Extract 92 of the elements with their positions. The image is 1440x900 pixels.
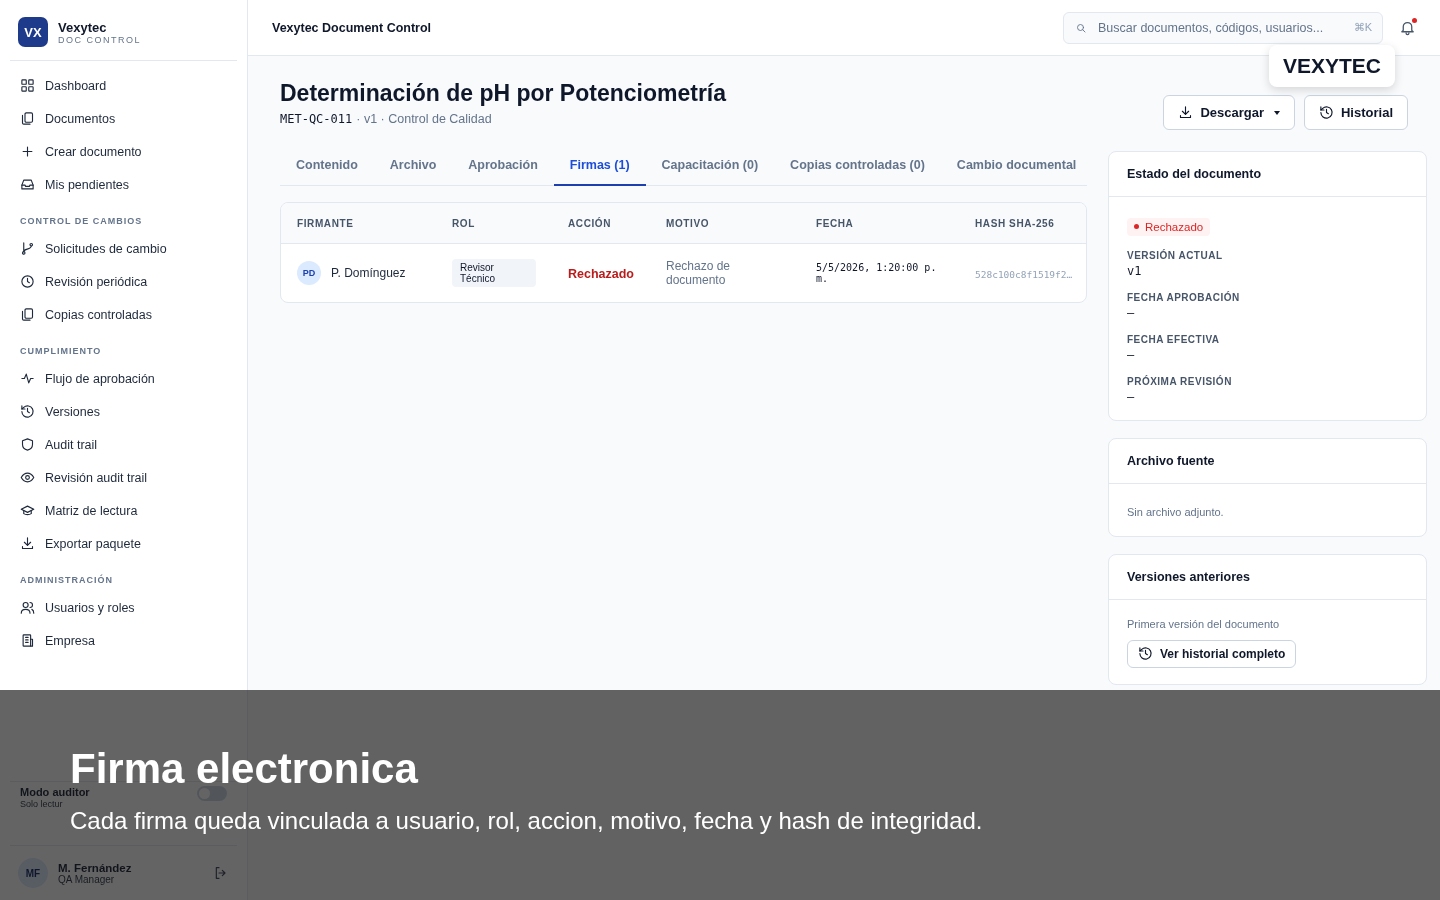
app-title: Vexytec Document Control: [272, 20, 433, 35]
column-header: MOTIVO: [666, 217, 711, 229]
field-value: —: [1127, 347, 1136, 362]
history-button[interactable]: Historial: [1304, 95, 1408, 130]
download-icon: [1178, 105, 1194, 120]
tab[interactable]: Contenido: [280, 146, 374, 186]
tab[interactable]: Cambio documental: [940, 146, 1093, 186]
nav-item[interactable]: Revisión periódica: [10, 265, 237, 298]
auditor-mode-hint: Solo lectur: [20, 799, 64, 809]
full-history-button[interactable]: Ver historial completo: [1127, 639, 1297, 668]
nav-item[interactable]: Audit trail: [10, 428, 237, 461]
nav-icon: [20, 78, 35, 93]
nav-icon: [20, 404, 35, 419]
nav-item[interactable]: Usuarios y roles: [10, 591, 237, 624]
nav-item[interactable]: Exportar paquete: [10, 527, 237, 560]
logo: VX: [18, 17, 48, 47]
tab[interactable]: Archivo: [373, 146, 453, 186]
tab[interactable]: Aprobación: [452, 146, 554, 186]
field-value: v1: [1127, 263, 1143, 278]
action-status: Rechazado: [568, 267, 634, 281]
field-label: PRÓXIMA REVISIÓN: [1127, 375, 1233, 387]
nav-icon: [20, 371, 35, 386]
nav-icon: [20, 307, 35, 322]
nav-icon: [20, 144, 35, 159]
nav-icon: [20, 111, 35, 126]
nav-icon: [20, 536, 35, 551]
auditor-mode-label: Modo auditor: [20, 786, 90, 798]
card-title: Versiones anteriores: [1109, 554, 1426, 600]
field-label: FECHA EFECTIVA: [1127, 333, 1221, 345]
hash-text: 528c100c8f1519f2…: [975, 269, 1073, 280]
nav-item[interactable]: Documentos: [10, 102, 237, 135]
nav-item[interactable]: Solicitudes de cambio: [10, 232, 237, 265]
caret-icon: [1274, 110, 1280, 115]
document-meta: · v1 · Control de Calidad: [356, 112, 492, 126]
nav-item[interactable]: Flujo de aprobación: [10, 362, 237, 395]
nav-icon: [20, 633, 35, 648]
date-text: 5/5/2026, 1:20:00 p. m.: [816, 262, 938, 284]
nav-item[interactable]: Dashboard: [10, 69, 237, 102]
user-name: M. Fernández: [58, 861, 133, 874]
caption-text: Cada firma queda vinculada a usuario, rol, accion, motivo, fecha y hash de integridad.: [70, 807, 983, 835]
nav-icon: [20, 274, 35, 289]
field-label: FECHA APROBACIÓN: [1127, 291, 1241, 303]
brand-name: Vexytec: [58, 19, 108, 35]
section-heading: CONTROL DE CAMBIOS: [19, 215, 144, 228]
brand-subtitle: DOC CONTROL: [58, 34, 141, 45]
user-avatar: MF: [18, 858, 48, 888]
nav-item[interactable]: Copias controladas: [10, 298, 237, 331]
nav-icon: [20, 470, 35, 485]
notifications-button[interactable]: [1399, 19, 1416, 36]
field-label: VERSIÓN ACTUAL: [1127, 249, 1224, 261]
reason-text: Rechazo de documento: [666, 259, 732, 287]
document-title: Determinación de pH por Potenciometría: [280, 80, 728, 107]
nav-item[interactable]: Revisión audit trail: [10, 461, 237, 494]
column-header: HASH SHA-256: [975, 217, 1056, 229]
card-title: Estado del documento: [1109, 152, 1426, 197]
user-role: QA Manager: [58, 873, 116, 885]
download-button[interactable]: Descargar: [1163, 95, 1295, 130]
nav-item[interactable]: Mis pendientes: [10, 168, 237, 201]
nav-icon: [20, 600, 35, 615]
column-header: FIRMANTE: [297, 217, 355, 229]
nav-icon: [20, 241, 35, 256]
section-heading: CUMPLIMIENTO: [19, 345, 103, 358]
field-value: —: [1127, 305, 1136, 320]
history-icon: [1319, 105, 1334, 120]
signer-name: P. Domínguez: [331, 266, 406, 280]
card-title: Archivo fuente: [1109, 438, 1426, 484]
column-header: ROL: [452, 217, 476, 229]
role-tag: Revisor Técnico: [452, 259, 536, 287]
versions-note: Primera versión del documento: [1127, 617, 1281, 630]
section-heading: ADMINISTRACIÓN: [19, 573, 114, 587]
document-code: MET-QC-011: [280, 112, 353, 126]
tab[interactable]: Firmas (1): [553, 146, 646, 186]
tab[interactable]: Capacitación (0): [645, 146, 775, 186]
nav-icon: [20, 503, 35, 518]
field-value: —: [1127, 389, 1136, 404]
brand-badge: VEXYTEC: [1269, 45, 1396, 87]
status-badge: Rechazado: [1127, 217, 1211, 236]
nav-icon: [20, 437, 35, 452]
signer-avatar: PD: [297, 261, 321, 285]
search-icon: [1075, 21, 1087, 34]
column-header: FECHA: [816, 217, 855, 229]
nav-item[interactable]: Versiones: [10, 395, 237, 428]
bell-icon: [1399, 19, 1416, 36]
tab[interactable]: Copias controladas (0): [774, 146, 941, 186]
nav-item[interactable]: Matriz de lectura: [10, 494, 237, 527]
history-icon: [1138, 646, 1153, 661]
nav-icon: [20, 177, 35, 192]
empty-note: Sin archivo adjunto.: [1127, 505, 1224, 518]
column-header: ACCIÓN: [568, 217, 613, 229]
nav-item[interactable]: Crear documento: [10, 135, 237, 168]
shortcut-hint: ⌘K: [1353, 20, 1372, 34]
nav-item[interactable]: Empresa: [10, 624, 237, 657]
